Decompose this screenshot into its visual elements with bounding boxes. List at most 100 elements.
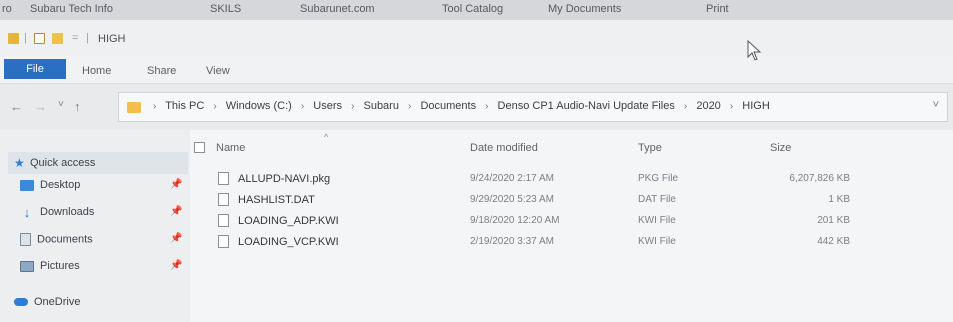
bookmark-my-documents[interactable]: My Documents [548, 3, 621, 15]
file-size: 1 KB [828, 194, 850, 205]
breadcrumb-separator[interactable]: › [213, 101, 216, 112]
breadcrumb-users[interactable]: Users [313, 100, 342, 112]
bookmark-tool-catalog[interactable]: Tool Catalog [442, 3, 503, 15]
breadcrumb-separator[interactable]: › [408, 101, 411, 112]
up-icon[interactable]: ↑ [74, 99, 81, 114]
column-header-size[interactable]: Size [770, 142, 791, 154]
breadcrumb-documents[interactable]: Documents [420, 100, 476, 112]
nav-item-label: Pictures [40, 260, 80, 272]
properties-icon[interactable] [34, 33, 45, 44]
separator: | [24, 32, 27, 44]
bookmark-print[interactable]: Print [706, 3, 729, 15]
file-type: DAT File [638, 194, 676, 205]
nav-item-label: Documents [37, 233, 93, 246]
bookmark-item[interactable]: ro [2, 3, 12, 15]
mouse-cursor-icon [747, 40, 762, 61]
file-type: PKG File [638, 173, 679, 184]
pictures-icon [20, 260, 34, 272]
select-all-checkbox[interactable] [194, 142, 205, 153]
recent-locations-icon[interactable]: ˅ [58, 99, 64, 110]
tab-file[interactable]: File [4, 59, 66, 79]
quick-access-toolbar: | = | HIGH [0, 20, 953, 56]
nav-item-label: Quick access [30, 157, 96, 169]
folder-icon [127, 102, 141, 113]
address-bar-area: ← → ˅ ↑ › This PC › Windows (C:) › Users… [0, 84, 953, 130]
breadcrumb-separator[interactable]: › [485, 101, 488, 112]
breadcrumb-subaru[interactable]: Subaru [363, 100, 398, 112]
pin-icon[interactable]: 📌 [170, 179, 182, 190]
customize-qat-icon[interactable]: = [72, 32, 78, 44]
documents-icon [20, 233, 31, 246]
file-date: 2/19/2020 3:37 AM [470, 236, 554, 247]
file-size: 6,207,826 KB [789, 173, 850, 184]
chevron-down-icon[interactable]: ˅ [933, 99, 939, 111]
pin-icon[interactable]: 📌 [170, 260, 182, 271]
nav-item-onedrive[interactable]: OneDrive [14, 296, 80, 308]
table-row[interactable]: ALLUPD-NAVI.pkg 9/24/2020 2:17 AM PKG Fi… [190, 169, 953, 189]
window-title: HIGH [98, 33, 126, 45]
tab-share[interactable]: Share [147, 65, 176, 77]
nav-item-label: Desktop [40, 179, 81, 191]
bookmark-subarunet[interactable]: Subarunet.com [300, 3, 375, 15]
file-name: LOADING_VCP.KWI [238, 236, 339, 248]
file-size: 442 KB [817, 236, 850, 247]
table-row[interactable]: LOADING_ADP.KWI 9/18/2020 12:20 AM KWI F… [190, 211, 953, 231]
nav-item-downloads[interactable]: ↓ Downloads 📌 [20, 204, 183, 220]
column-header-name[interactable]: Name [216, 142, 245, 154]
file-type: KWI File [638, 215, 676, 226]
breadcrumb-denso-folder[interactable]: Denso CP1 Audio-Navi Update Files [498, 100, 675, 112]
tab-home[interactable]: Home [82, 65, 111, 77]
breadcrumb-separator[interactable]: › [351, 101, 354, 112]
file-icon [218, 193, 229, 206]
breadcrumb-separator[interactable]: › [301, 101, 304, 112]
breadcrumb-high[interactable]: HIGH [742, 100, 770, 112]
file-date: 9/29/2020 5:23 AM [470, 194, 554, 205]
column-header-date[interactable]: Date modified [470, 142, 538, 154]
breadcrumb-this-pc[interactable]: This PC [165, 100, 204, 112]
tab-view[interactable]: View [206, 65, 230, 77]
forward-icon[interactable]: → [34, 99, 47, 114]
back-icon[interactable]: ← [10, 99, 23, 114]
star-icon: ★ [14, 156, 25, 170]
column-header-type[interactable]: Type [638, 142, 662, 154]
file-name: LOADING_ADP.KWI [238, 215, 339, 227]
breadcrumb-windows-c[interactable]: Windows (C:) [226, 100, 292, 112]
address-bar[interactable]: › This PC › Windows (C:) › Users › Subar… [118, 92, 948, 122]
bookmarks-bar: ro Subaru Tech Info SKILS Subarunet.com … [0, 0, 953, 20]
cloud-icon [14, 298, 28, 307]
desktop-icon [20, 179, 34, 191]
nav-quick-access[interactable]: ★ Quick access [8, 152, 188, 174]
bookmark-subaru-tech-info[interactable]: Subaru Tech Info [30, 3, 113, 15]
breadcrumb-2020[interactable]: 2020 [696, 100, 720, 112]
nav-item-desktop[interactable]: Desktop 📌 [20, 179, 182, 191]
ribbon-tabs: File Home Share View [0, 56, 953, 84]
nav-item-documents[interactable]: Documents 📌 [20, 233, 182, 246]
file-date: 9/18/2020 12:20 AM [470, 215, 560, 226]
file-type: KWI File [638, 236, 676, 247]
file-name: HASHLIST.DAT [238, 194, 315, 206]
breadcrumb: › This PC › Windows (C:) › Users › Subar… [147, 100, 770, 112]
separator: | [86, 32, 89, 44]
sort-ascending-icon: ^ [324, 132, 329, 142]
nav-item-pictures[interactable]: Pictures 📌 [20, 260, 182, 272]
nav-item-label: Downloads [40, 206, 95, 218]
pin-icon[interactable]: 📌 [170, 233, 182, 244]
file-size: 201 KB [817, 215, 850, 226]
downloads-icon: ↓ [23, 204, 31, 220]
file-name: ALLUPD-NAVI.pkg [238, 173, 331, 185]
table-row[interactable]: LOADING_VCP.KWI 2/19/2020 3:37 AM KWI Fi… [190, 232, 953, 252]
file-icon [218, 172, 229, 185]
navigation-pane: ★ Quick access Desktop 📌 ↓ Downloads 📌 Do… [0, 130, 190, 322]
breadcrumb-separator[interactable]: › [730, 101, 733, 112]
pin-icon[interactable]: 📌 [170, 206, 182, 217]
breadcrumb-separator[interactable]: › [153, 101, 156, 112]
breadcrumb-separator[interactable]: › [684, 101, 687, 112]
folder-icon [8, 33, 19, 44]
new-folder-icon[interactable] [52, 33, 63, 44]
file-icon [218, 235, 229, 248]
bookmark-skils[interactable]: SKILS [210, 3, 241, 15]
file-icon [218, 214, 229, 227]
file-date: 9/24/2020 2:17 AM [470, 173, 554, 184]
file-list: ^ Name Date modified Type Size ALLUPD-NA… [190, 130, 953, 322]
table-row[interactable]: HASHLIST.DAT 9/29/2020 5:23 AM DAT File … [190, 190, 953, 210]
